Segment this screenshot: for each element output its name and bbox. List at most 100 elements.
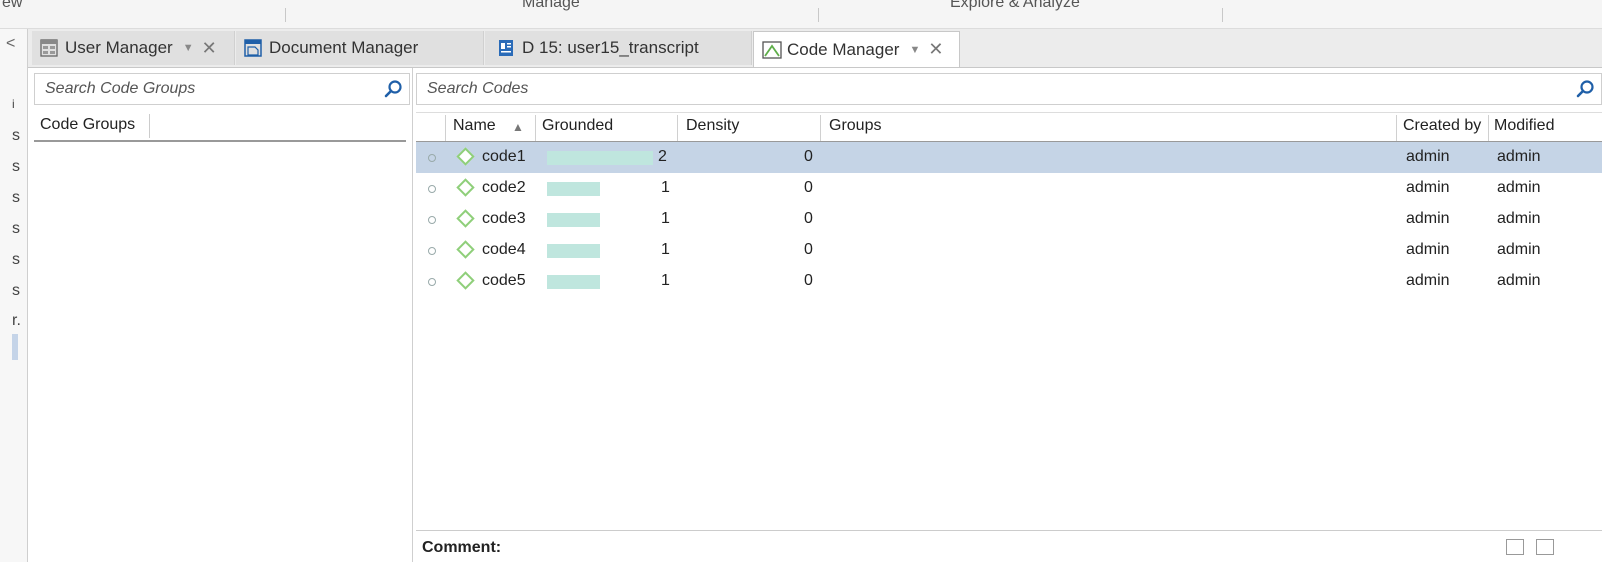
code-manager-icon xyxy=(762,40,782,59)
code-groups-search-box xyxy=(34,73,410,105)
ribbon-bar: ew Manage Explore & Analyze xyxy=(0,0,1602,29)
column-header-name[interactable]: Name xyxy=(453,117,496,135)
codes-search-box xyxy=(416,73,1602,105)
navigator-item[interactable]: s xyxy=(12,282,20,300)
modified-by-value: admin xyxy=(1497,272,1541,289)
code-row[interactable]: code4 1 0 admin admin xyxy=(416,235,1602,266)
density-value: 0 xyxy=(804,241,813,258)
codes-search-input[interactable] xyxy=(425,79,1436,99)
grounded-count: 1 xyxy=(661,241,670,258)
column-separator[interactable] xyxy=(149,114,150,138)
code-row[interactable]: code2 1 0 admin admin xyxy=(416,173,1602,204)
ribbon-separator xyxy=(285,8,286,22)
code-row[interactable]: code1 2 0 admin admin xyxy=(416,142,1602,173)
code-row[interactable]: code3 1 0 admin admin xyxy=(416,204,1602,235)
column-separator[interactable] xyxy=(535,115,536,141)
row-status-icon xyxy=(428,216,436,224)
navigator-item[interactable]: i xyxy=(12,97,15,111)
save-comment-icon[interactable] xyxy=(1536,539,1554,555)
navigator-item[interactable]: s xyxy=(12,189,20,207)
ribbon-separator xyxy=(1222,8,1223,22)
grounded-bar xyxy=(547,182,600,196)
modified-by-value: admin xyxy=(1497,148,1541,165)
navigator-item[interactable]: s xyxy=(12,158,20,176)
grounded-count: 2 xyxy=(658,148,667,165)
tab-user-manager[interactable]: User Manager ▼ ✕ xyxy=(32,31,235,65)
code-icon xyxy=(456,209,475,228)
grounded-bar xyxy=(547,151,653,165)
navigator-item[interactable]: s xyxy=(12,127,20,145)
code-icon xyxy=(456,271,475,290)
density-value: 0 xyxy=(804,179,813,196)
navigator-item[interactable]: r. xyxy=(12,312,21,330)
row-status-icon xyxy=(428,185,436,193)
code-row[interactable]: code5 1 0 admin admin xyxy=(416,266,1602,297)
grounded-count: 1 xyxy=(661,272,670,289)
modified-by-value: admin xyxy=(1497,210,1541,227)
document-tab-bar: User Manager ▼ ✕ Document Manager D 15: … xyxy=(28,29,1602,68)
density-value: 0 xyxy=(804,210,813,227)
tab-close-icon[interactable]: ✕ xyxy=(928,39,943,60)
document-manager-icon xyxy=(244,39,262,57)
modified-by-value: admin xyxy=(1497,241,1541,258)
tab-label: D 15: user15_transcript xyxy=(522,38,699,57)
column-separator[interactable] xyxy=(445,115,446,141)
density-value: 0 xyxy=(804,148,813,165)
ribbon-explore-label[interactable]: Explore & Analyze xyxy=(950,0,1080,12)
column-separator[interactable] xyxy=(820,115,821,141)
code-groups-header: Code Groups xyxy=(34,112,406,142)
tab-code-manager[interactable]: Code Manager ▼ ✕ xyxy=(753,31,960,67)
tab-label: User Manager xyxy=(65,38,173,57)
codes-table-header: Name ▲ Grounded Density Groups Created b… xyxy=(416,112,1602,143)
code-icon xyxy=(456,240,475,259)
created-by-value: admin xyxy=(1406,272,1450,289)
code-name: code3 xyxy=(482,210,526,227)
code-name: code2 xyxy=(482,179,526,196)
tab-document-transcript[interactable]: D 15: user15_transcript xyxy=(485,31,752,65)
tab-document-manager[interactable]: Document Manager xyxy=(236,31,484,65)
code-groups-column-header[interactable]: Code Groups xyxy=(40,116,135,134)
column-header-created-by[interactable]: Created by xyxy=(1403,117,1481,135)
ribbon-manage-label[interactable]: Manage xyxy=(522,0,580,12)
code-name: code1 xyxy=(482,148,526,165)
column-separator[interactable] xyxy=(1396,115,1397,141)
code-groups-search-input[interactable] xyxy=(43,79,365,99)
code-icon xyxy=(456,178,475,197)
column-header-modified[interactable]: Modified xyxy=(1494,117,1554,135)
tab-dropdown-icon[interactable]: ▼ xyxy=(909,44,920,56)
grounded-bar xyxy=(547,244,600,258)
created-by-value: admin xyxy=(1406,179,1450,196)
row-status-icon xyxy=(428,278,436,286)
comment-pane: Comment: xyxy=(416,530,1602,563)
ribbon-view-label[interactable]: ew xyxy=(2,0,22,12)
navigator-item[interactable]: s xyxy=(12,251,20,269)
column-header-groups[interactable]: Groups xyxy=(829,117,881,135)
tab-label: Document Manager xyxy=(269,38,419,57)
grounded-count: 1 xyxy=(661,210,670,227)
density-value: 0 xyxy=(804,272,813,289)
column-separator[interactable] xyxy=(1488,115,1489,141)
navigator-item[interactable]: s xyxy=(12,220,20,238)
grounded-bar xyxy=(547,213,600,227)
expand-icon[interactable] xyxy=(1506,539,1524,555)
navigator-selection-indicator xyxy=(12,334,18,360)
search-icon[interactable] xyxy=(1575,79,1595,99)
code-name: code4 xyxy=(482,241,526,258)
ribbon-separator xyxy=(818,8,819,22)
collapse-chevron-icon[interactable]: < xyxy=(6,35,15,53)
tab-close-icon[interactable]: ✕ xyxy=(202,38,217,59)
tab-dropdown-icon[interactable]: ▼ xyxy=(183,42,194,54)
column-header-density[interactable]: Density xyxy=(686,117,739,135)
created-by-value: admin xyxy=(1406,241,1450,258)
column-separator[interactable] xyxy=(677,115,678,141)
sort-ascending-icon[interactable]: ▲ xyxy=(512,120,524,134)
code-name: code5 xyxy=(482,272,526,289)
search-icon[interactable] xyxy=(383,79,403,99)
column-header-grounded[interactable]: Grounded xyxy=(542,117,613,135)
tab-label: Code Manager xyxy=(787,39,900,59)
navigator-strip: < i s s s s s s r. xyxy=(0,29,28,562)
row-status-icon xyxy=(428,154,436,162)
codes-panel: Name ▲ Grounded Density Groups Created b… xyxy=(414,68,1602,562)
modified-by-value: admin xyxy=(1497,179,1541,196)
user-manager-icon xyxy=(40,39,58,57)
